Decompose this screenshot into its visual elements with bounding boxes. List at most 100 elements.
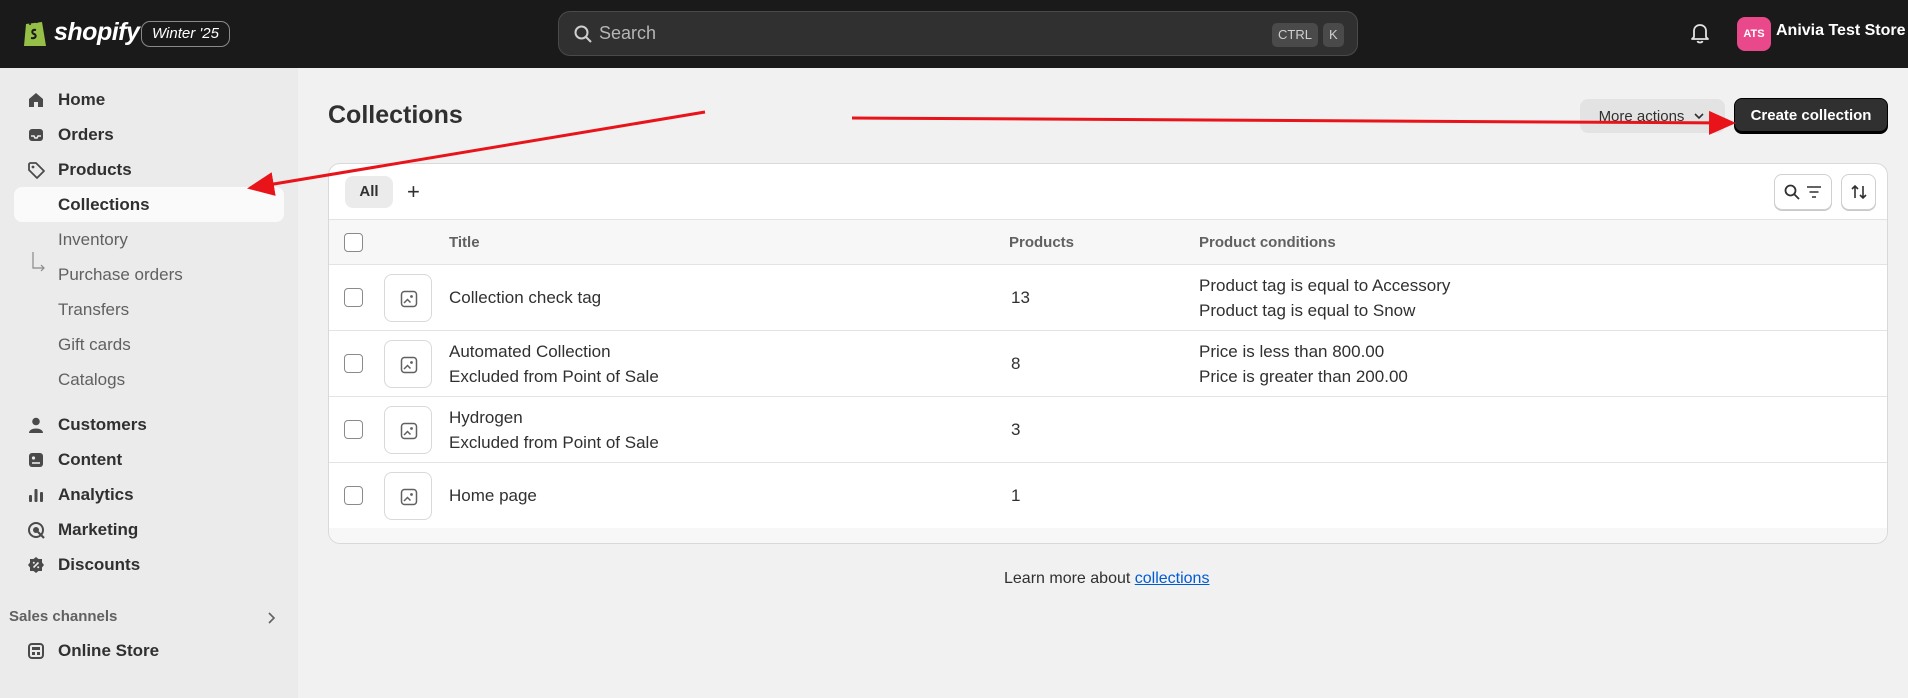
- row-checkbox[interactable]: [344, 288, 363, 307]
- table-row[interactable]: Automated Collection Excluded from Point…: [329, 331, 1887, 397]
- image-placeholder-icon: [400, 488, 418, 506]
- table-row[interactable]: Home page 1: [329, 463, 1887, 529]
- column-header-title[interactable]: Title: [449, 234, 480, 251]
- sidebar-item-transfers[interactable]: Transfers: [14, 292, 284, 327]
- sort-arrows-icon: [1850, 184, 1867, 200]
- column-header-products[interactable]: Products: [1009, 234, 1074, 251]
- sidebar-item-label: Analytics: [58, 484, 134, 504]
- table-row[interactable]: Collection check tag 13 Product tag is e…: [329, 265, 1887, 331]
- search-filter-button[interactable]: [1774, 174, 1832, 210]
- sidebar-item-label: Discounts: [58, 554, 141, 574]
- sidebar-item-label: Purchase orders: [58, 264, 183, 284]
- sidebar-item-label: Gift cards: [58, 334, 131, 354]
- collection-thumbnail: [384, 406, 432, 454]
- sidebar-item-orders[interactable]: Orders: [14, 117, 284, 152]
- shortcut-k-key: K: [1323, 23, 1344, 47]
- sidebar-item-content[interactable]: Content: [14, 442, 284, 477]
- sidebar-item-purchase-orders[interactable]: Purchase orders: [14, 257, 284, 292]
- search-icon: [574, 25, 592, 43]
- collection-title[interactable]: Hydrogen: [449, 405, 523, 430]
- product-condition: Price is less than 800.00: [1199, 342, 1385, 361]
- product-count: 3: [1011, 420, 1021, 439]
- select-all-checkbox[interactable]: [344, 233, 363, 252]
- sort-button[interactable]: [1841, 174, 1876, 210]
- collection-thumbnail: [384, 274, 432, 322]
- sidebar-item-gift-cards[interactable]: Gift cards: [14, 327, 284, 362]
- product-condition: Price is greater than 200.00: [1199, 367, 1408, 386]
- notifications-bell-icon[interactable]: [1687, 20, 1713, 46]
- collections-help-link[interactable]: collections: [1135, 570, 1210, 587]
- content-icon: [29, 452, 43, 467]
- discount-badge-icon: [28, 556, 44, 573]
- sidebar-item-label: Customers: [58, 414, 147, 434]
- column-header-conditions: Product conditions: [1199, 234, 1336, 251]
- collection-thumbnail: [384, 340, 432, 388]
- tab-all[interactable]: All: [345, 176, 393, 208]
- add-view-button[interactable]: +: [407, 178, 420, 206]
- sidebar-item-analytics[interactable]: Analytics: [14, 477, 284, 512]
- collection-subtitle: Excluded from Point of Sale: [449, 433, 659, 452]
- sidebar-item-discounts[interactable]: Discounts: [14, 547, 284, 582]
- more-actions-button[interactable]: More actions: [1580, 99, 1725, 133]
- sidebar-item-label: Content: [58, 449, 123, 469]
- sidebar-item-collections[interactable]: Collections: [14, 187, 284, 222]
- tag-icon: [28, 161, 45, 179]
- sidebar-item-label: Marketing: [58, 519, 139, 539]
- collection-title[interactable]: Automated Collection: [449, 339, 611, 364]
- sidebar-item-products[interactable]: Products: [14, 152, 284, 187]
- collection-title[interactable]: Home page: [449, 483, 537, 508]
- product-count: 1: [1011, 486, 1021, 505]
- row-checkbox[interactable]: [344, 420, 363, 439]
- sidebar-item-marketing[interactable]: Marketing: [14, 512, 284, 547]
- create-collection-button[interactable]: Create collection: [1734, 98, 1888, 134]
- sidebar-item-home[interactable]: Home: [14, 82, 284, 117]
- image-placeholder-icon: [400, 290, 418, 308]
- table-footer: [329, 528, 1887, 543]
- store-avatar[interactable]: ATS: [1737, 17, 1771, 51]
- chevron-down-icon: [1694, 113, 1705, 120]
- table-header: Title Products Product conditions: [329, 219, 1887, 265]
- brand-wordmark: shopify: [54, 17, 140, 46]
- target-icon: [28, 521, 45, 539]
- learn-more-text: Learn more about collections: [1004, 570, 1209, 588]
- sidebar-item-catalogs[interactable]: Catalogs: [14, 362, 284, 397]
- store-name[interactable]: Anivia Test Store: [1776, 22, 1906, 40]
- product-condition: Product tag is equal to Snow: [1199, 301, 1416, 320]
- search-bar[interactable]: CTRL K: [558, 11, 1358, 56]
- chevron-right-icon[interactable]: [263, 610, 279, 626]
- collection-subtitle: Excluded from Point of Sale: [449, 367, 659, 386]
- sidebar-item-label: Collections: [58, 194, 150, 214]
- shortcut-ctrl-key: CTRL: [1272, 23, 1318, 47]
- sales-channels-heading[interactable]: Sales channels: [9, 608, 117, 625]
- search-icon: [1784, 184, 1800, 200]
- sidebar-item-label: Inventory: [58, 229, 128, 249]
- bar-chart-icon: [29, 488, 43, 502]
- sidebar-item-customers[interactable]: Customers: [14, 407, 284, 442]
- home-icon: [29, 92, 43, 107]
- sidebar-item-label: Products: [58, 159, 132, 179]
- sidebar-item-inventory[interactable]: Inventory: [14, 222, 284, 257]
- search-input[interactable]: [599, 12, 1199, 55]
- table-row[interactable]: Hydrogen Excluded from Point of Sale 3: [329, 397, 1887, 463]
- sidebar-item-online-store[interactable]: Online Store: [14, 633, 284, 668]
- shopify-bag-icon: [24, 19, 46, 46]
- sidebar-item-label: Transfers: [58, 299, 130, 319]
- collection-thumbnail: [384, 472, 432, 520]
- shopify-logo[interactable]: shopify: [22, 16, 140, 48]
- row-checkbox[interactable]: [344, 486, 363, 505]
- product-count: 13: [1011, 288, 1030, 307]
- sidebar: Home Orders Products Collections Invento…: [0, 68, 298, 698]
- row-checkbox[interactable]: [344, 354, 363, 373]
- edition-badge[interactable]: Winter '25: [141, 21, 230, 47]
- inbox-icon: [29, 128, 43, 141]
- sidebar-item-label: Orders: [58, 124, 114, 144]
- image-placeholder-icon: [400, 356, 418, 374]
- more-actions-label: More actions: [1598, 107, 1685, 125]
- collection-title[interactable]: Collection check tag: [449, 285, 601, 310]
- collections-table-card: All + Title Products Product conditions …: [328, 163, 1888, 544]
- sidebar-item-label: Home: [58, 89, 106, 109]
- product-count: 8: [1011, 354, 1021, 373]
- learn-more-prefix: Learn more about: [1004, 570, 1135, 587]
- sidebar-item-label: Catalogs: [58, 369, 126, 389]
- person-icon: [29, 417, 43, 433]
